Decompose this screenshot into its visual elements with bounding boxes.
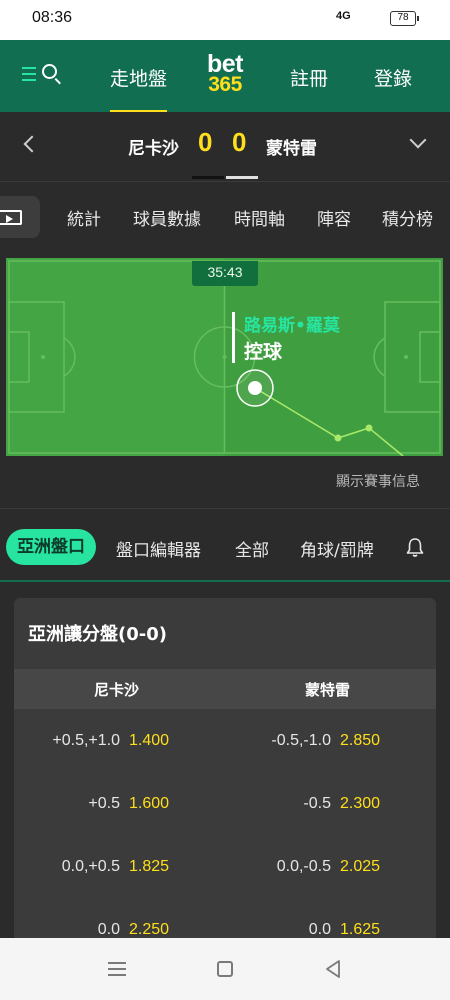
player-name: 路易斯•羅莫: [244, 316, 340, 336]
page-indicator-1: [192, 176, 224, 179]
tab-stats[interactable]: 統計: [67, 205, 101, 230]
away-column-label: 蒙特雷: [305, 681, 351, 699]
away-odds-button[interactable]: 1.625: [340, 921, 380, 939]
home-icon[interactable]: [217, 961, 233, 977]
home-odds-button[interactable]: 1.825: [129, 858, 169, 876]
market-tab-all[interactable]: 全部: [235, 536, 269, 561]
pitch-left-half: [6, 258, 225, 456]
battery-icon: 78: [390, 11, 419, 26]
ball-icon: [248, 381, 262, 395]
home-handicap: +0.5,+1.0: [52, 732, 120, 749]
match-header: 尼卡沙 0 0 蒙特雷: [0, 112, 450, 182]
tab-standings[interactable]: 積分榜: [382, 205, 433, 230]
match-dropdown-chevron-icon[interactable]: [409, 131, 427, 149]
menu-icon: [22, 67, 36, 81]
away-odds-button[interactable]: 2.300: [340, 795, 380, 813]
home-score: 0: [198, 127, 213, 157]
back-icon[interactable]: [322, 958, 344, 980]
market-row: 0.0,+0.5 1.825 0.0,-0.5 2.025: [14, 858, 436, 920]
signal-indicator: 4G: [336, 10, 351, 22]
video-icon: [0, 210, 22, 225]
away-handicap: -0.5,-1.0: [271, 732, 331, 749]
player-indicator-bar: [232, 312, 235, 363]
nav-login[interactable]: 登錄: [374, 64, 412, 91]
video-button[interactable]: [0, 196, 40, 238]
match-clock: 35:43: [192, 261, 258, 286]
home-handicap: 0.0: [97, 921, 120, 938]
match-tabs: 統計 球員數據 時間軸 陣容 積分榜: [0, 183, 450, 253]
bet365-logo[interactable]: bet 365: [199, 52, 251, 98]
away-handicap: 0.0,-0.5: [276, 858, 331, 875]
back-chevron-icon[interactable]: [23, 135, 41, 153]
nav-register[interactable]: 註冊: [290, 64, 328, 91]
market-row: +0.5,+1.0 1.400 -0.5,-1.0 2.850: [14, 732, 436, 794]
status-time: 08:36: [32, 9, 73, 26]
market-tab-corners-cards[interactable]: 角球/罰牌: [300, 536, 374, 561]
away-handicap: 0.0: [308, 921, 331, 938]
divider: [0, 508, 450, 509]
away-score: 0: [232, 127, 247, 157]
home-odds-button[interactable]: 2.250: [129, 921, 169, 939]
home-odds-button[interactable]: 1.600: [129, 795, 169, 813]
search-icon: [42, 64, 57, 79]
bell-icon[interactable]: [404, 536, 426, 558]
market-tab-asian[interactable]: 亞洲盤口: [6, 529, 96, 565]
home-handicap: +0.5: [88, 795, 120, 812]
recent-apps-icon[interactable]: [108, 962, 126, 976]
away-odds-button[interactable]: 2.850: [340, 732, 380, 750]
show-match-info-link[interactable]: 顯示賽事信息: [336, 471, 420, 491]
home-column-label: 尼卡沙: [94, 681, 140, 699]
page-indicator-2: [226, 176, 258, 179]
trail-point: [334, 434, 342, 442]
away-team-name: 蒙特雷: [266, 139, 317, 159]
tab-lineups[interactable]: 陣容: [317, 205, 351, 230]
away-handicap: -0.5: [303, 795, 331, 812]
pitch-action: 控球: [244, 341, 283, 363]
trail-point: [365, 424, 373, 432]
market-title: 亞洲讓分盤(0-0): [28, 624, 167, 645]
tab-timeline[interactable]: 時間軸: [234, 205, 285, 230]
market-tabs-underline: [0, 580, 450, 582]
market-tab-bet-builder[interactable]: 盤口編輯器: [116, 536, 201, 561]
home-odds-button[interactable]: 1.400: [129, 732, 169, 750]
away-odds-button[interactable]: 2.025: [340, 858, 380, 876]
home-handicap: 0.0,+0.5: [61, 858, 120, 875]
market-column-header: 尼卡沙 蒙特雷: [14, 669, 436, 709]
nav-in-play[interactable]: 走地盤: [110, 64, 168, 113]
menu-search-button[interactable]: [22, 62, 64, 90]
live-pitch[interactable]: [6, 258, 443, 456]
status-bar: 08:36 4G 78: [0, 0, 450, 40]
home-team-name: 尼卡沙: [128, 139, 179, 159]
tab-player-stats[interactable]: 球員數據: [133, 205, 201, 230]
market-row: +0.5 1.600 -0.5 2.300: [14, 795, 436, 857]
system-nav-bar: [0, 938, 450, 1000]
market-tabs: 亞洲盤口 盤口編輯器 全部 角球/罰牌: [0, 520, 450, 580]
asian-handicap-card: 亞洲讓分盤(0-0) 尼卡沙 蒙特雷 +0.5,+1.0 1.400 -0.5,…: [14, 598, 436, 958]
